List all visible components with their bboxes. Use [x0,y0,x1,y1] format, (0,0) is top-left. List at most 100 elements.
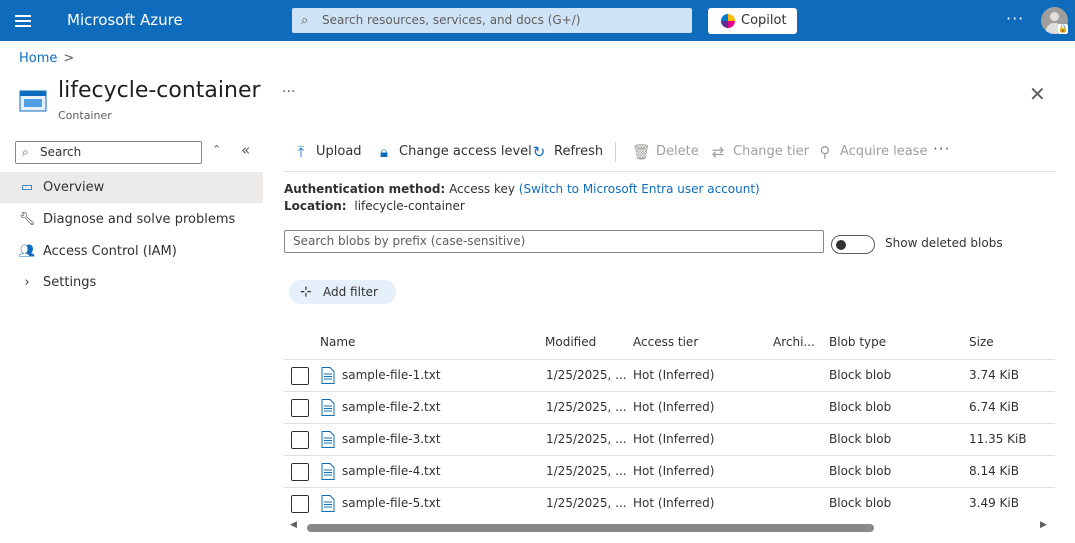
sidebar-item-settings[interactable]: › Settings [0,267,263,298]
toolbar-divider [615,142,616,162]
blob-modified: 1/25/2025, ... [546,496,627,510]
switch-auth-link[interactable]: (Switch to Microsoft Entra user account) [519,182,760,196]
add-filter-button[interactable]: ⊹ Add filter [289,280,396,304]
row-checkbox[interactable] [291,399,309,417]
table-row[interactable]: sample-file-3.txt 1/25/2025, ... Hot (In… [284,424,1055,456]
table-row[interactable]: sample-file-1.txt 1/25/2025, ... Hot (In… [284,360,1055,392]
lock-icon: 🔒 [1058,24,1068,34]
column-header-archive[interactable]: Archi... [773,335,815,349]
overview-icon: ▭ [20,180,34,195]
topbar-more-icon[interactable]: ··· [1006,9,1024,28]
blob-modified: 1/25/2025, ... [546,432,627,446]
refresh-icon: ↻ [532,143,546,161]
sidebar-item-diagnose[interactable]: 🔧︎ Diagnose and solve problems [0,204,263,235]
row-checkbox[interactable] [291,431,309,449]
change-access-label: Change access level [399,144,532,159]
sort-updown-icon[interactable]: ⌃ [212,143,221,156]
delete-button[interactable]: 🗑︎ Delete [632,141,699,163]
trash-icon: 🗑︎ [632,143,652,161]
column-header-access-tier[interactable]: Access tier [633,335,698,349]
blob-prefix-search-input[interactable]: Search blobs by prefix (case-sensitive) [284,230,824,253]
upload-button[interactable]: ⤒ Upload [292,141,362,163]
show-deleted-toggle[interactable] [831,235,875,254]
blob-access-tier: Hot (Inferred) [633,432,715,446]
acquire-lease-label: Acquire lease [840,144,928,159]
title-more-icon[interactable]: ··· [282,84,295,100]
change-access-level-button[interactable]: 🔒︎ Change access level [375,141,532,163]
location-value: lifecycle-container [354,199,465,213]
blob-type: Block blob [829,400,892,414]
scroll-left-icon[interactable]: ◀ [290,520,297,530]
blob-size: 11.35 KiB [969,432,1027,446]
people-icon: 👥︎ [18,244,36,259]
top-bar: Microsoft Azure ⌕ Search resources, serv… [0,0,1075,41]
page-title: lifecycle-container [58,78,261,103]
column-header-size[interactable]: Size [969,335,994,349]
sidebar-item-label: Access Control (IAM) [43,244,177,259]
blob-size: 3.74 KiB [969,368,1019,382]
blob-name[interactable]: sample-file-1.txt [342,368,441,382]
sidebar-search-input[interactable]: ⌕ Search [15,141,202,164]
scrollbar-thumb[interactable] [307,524,874,532]
acquire-lease-button[interactable]: ⚲ Acquire lease [816,141,928,163]
blob-access-tier: Hot (Inferred) [633,496,715,510]
copilot-button[interactable]: Copilot [708,8,797,34]
brand-title[interactable]: Microsoft Azure [67,11,183,29]
blob-access-tier: Hot (Inferred) [633,464,715,478]
file-icon [321,463,335,480]
delete-label: Delete [656,144,699,159]
scroll-right-icon[interactable]: ▶ [1040,520,1047,530]
breadcrumb-home-link[interactable]: Home [19,51,57,66]
file-icon [321,495,335,512]
page-subtitle: Container [58,109,112,122]
global-search-input[interactable]: ⌕ Search resources, services, and docs (… [292,8,692,33]
blob-size: 8.14 KiB [969,464,1019,478]
sidebar-item-label: Settings [43,275,97,290]
change-tier-button[interactable]: ⇄ Change tier [709,141,809,163]
close-icon[interactable]: ✕ [1029,82,1046,106]
refresh-button[interactable]: ↻ Refresh [530,141,603,163]
row-checkbox[interactable] [291,495,309,513]
column-header-blob-type[interactable]: Blob type [829,335,886,349]
table-row[interactable]: sample-file-2.txt 1/25/2025, ... Hot (In… [284,392,1055,424]
breadcrumb: Home > [19,51,74,66]
row-checkbox[interactable] [291,463,309,481]
location-label: Location: [284,199,347,213]
link-icon: ⚲ [819,143,831,161]
show-deleted-label: Show deleted blobs [885,236,1003,250]
chevron-right-icon: > [63,51,75,66]
column-header-modified[interactable]: Modified [545,335,596,349]
search-icon: ⌕ [301,13,309,28]
table-row[interactable]: sample-file-4.txt 1/25/2025, ... Hot (In… [284,456,1055,488]
wrench-icon: 🔧︎ [18,212,36,227]
blob-type: Block blob [829,432,892,446]
hamburger-menu-icon[interactable] [13,12,33,30]
file-icon [321,399,335,416]
blob-type: Block blob [829,464,892,478]
copilot-label: Copilot [741,13,787,28]
blob-name[interactable]: sample-file-3.txt [342,432,441,446]
search-icon: ⌕ [22,145,29,159]
chevron-right-icon: › [24,275,30,290]
location-line: Location: lifecycle-container [284,199,465,213]
blob-name[interactable]: sample-file-5.txt [342,496,441,510]
blob-type: Block blob [829,368,892,382]
blob-name[interactable]: sample-file-4.txt [342,464,441,478]
blob-name[interactable]: sample-file-2.txt [342,400,441,414]
container-icon [19,90,47,112]
row-checkbox[interactable] [291,367,309,385]
horizontal-scrollbar[interactable]: ◀ ▶ [284,519,1055,535]
copilot-icon [721,14,735,28]
sidebar-item-overview[interactable]: ▭ Overview [0,172,263,203]
toolbar-more-icon[interactable]: ··· [933,140,950,158]
file-icon [321,367,335,384]
blob-modified: 1/25/2025, ... [546,368,627,382]
swap-icon: ⇄ [711,143,725,161]
global-search-placeholder: Search resources, services, and docs (G+… [322,13,581,27]
blob-modified: 1/25/2025, ... [546,464,627,478]
sidebar-item-access-control[interactable]: 👥︎ Access Control (IAM) [0,236,263,267]
collapse-sidebar-icon[interactable]: « [241,141,250,159]
table-row[interactable]: sample-file-5.txt 1/25/2025, ... Hot (In… [284,488,1055,520]
file-icon [321,431,335,448]
column-header-name[interactable]: Name [320,335,355,349]
